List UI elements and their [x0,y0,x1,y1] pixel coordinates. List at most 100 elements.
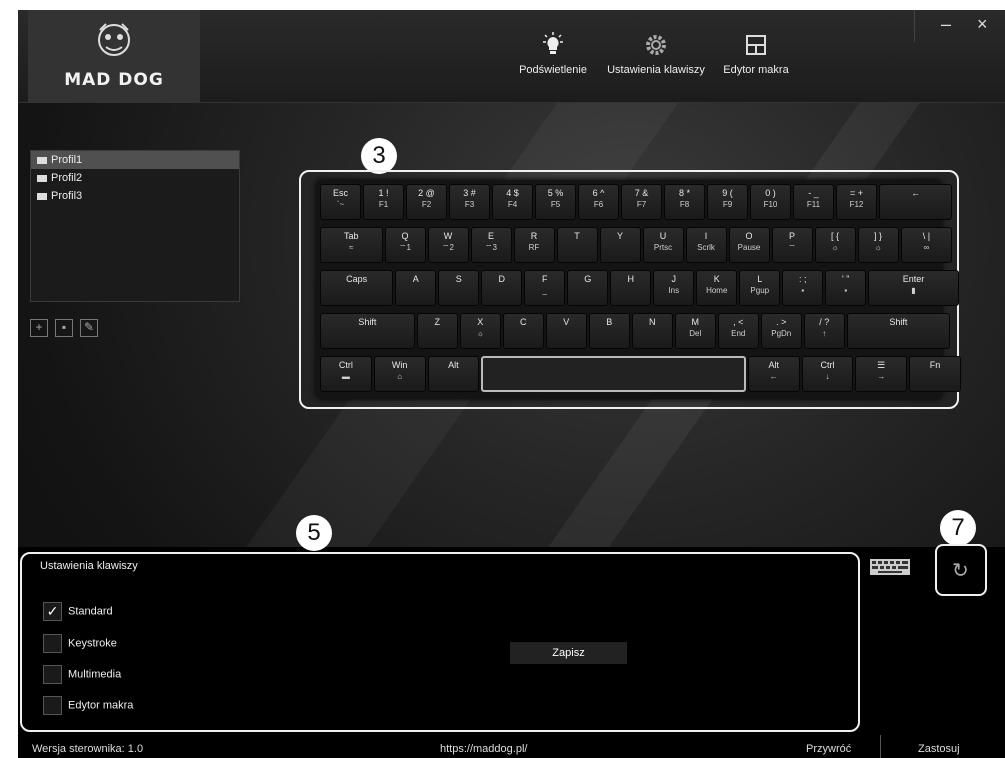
profile-item-3[interactable]: Profil3 [31,187,239,205]
option-standard[interactable]: ✓ Standard [43,602,113,621]
key[interactable]: Y [599,227,641,263]
key-label: Caps [346,274,368,284]
footer: Wersja sterownika: 1.0 https://maddog.pl… [18,735,1005,758]
key-sublabel: F5 [550,200,561,209]
nav-podswietlenie[interactable]: Podświetlenie [498,32,608,76]
edit-profile-icon[interactable]: ✎ [80,319,98,337]
checkbox[interactable] [43,665,62,684]
key[interactable]: N [631,313,673,349]
key[interactable]: L Pgup [739,270,781,306]
key[interactable]: = + F12 [836,184,877,220]
key[interactable]: ' " ▪ [825,270,867,306]
key[interactable]: Win ⌂ [373,356,426,392]
nav-edytor-makra[interactable]: Edytor makra [701,32,811,76]
save-button[interactable]: Zapisz [510,642,627,664]
key[interactable]: : ; ▪ [782,270,824,306]
checkbox-checked-icon[interactable]: ✓ [43,602,62,621]
key-sublabel: F9 [722,200,733,209]
key[interactable]: [ {☼ [814,227,856,263]
key[interactable]: 2 @ F2 [406,184,447,220]
key[interactable]: 3 # F3 [449,184,490,220]
key[interactable]: 7 & F7 [621,184,662,220]
key[interactable]: H [610,270,652,306]
key[interactable]: 5 % F5 [535,184,576,220]
key[interactable]: 9 (F9 [707,184,748,220]
key-label: ← [911,188,921,198]
key[interactable]: / ? ↑ [803,313,845,349]
key[interactable]: , < End [717,313,759,349]
key[interactable]: Ctrl ▬ [320,356,372,392]
key[interactable]: K Home [696,270,738,306]
option-edytor-makra[interactable]: Edytor makra [43,696,133,715]
key[interactable]: R RF [513,227,555,263]
key[interactable]: P ⌔ [771,227,813,263]
key[interactable]: Alt [427,356,480,392]
nav-ustawienia-klawiszy[interactable]: Ustawienia klawiszy [601,32,711,76]
key[interactable]: Caps [320,270,394,306]
key-sublabel: ⌔2 [442,243,454,252]
minimize-button[interactable]: – [941,14,951,35]
key[interactable]: M Del [674,313,716,349]
key-sublabel: ∞ [923,243,930,252]
key-label: U [659,231,667,241]
key[interactable]: . > PgDn [760,313,802,349]
restore-button[interactable]: Przywróć [806,743,851,755]
key[interactable]: ] } ☼ [857,227,899,263]
website-link[interactable]: https://maddog.pl/ [440,743,527,755]
key-label: D [498,274,506,284]
close-button[interactable]: × [977,14,988,35]
option-keystroke[interactable]: Keystroke [43,634,117,653]
profile-item-2[interactable]: Profil2 [31,169,239,187]
key[interactable]: S [438,270,480,306]
key[interactable]: D [481,270,523,306]
key[interactable]: ← [879,184,953,220]
key-label: 3 # [463,188,476,198]
key[interactable]: Q ⌔1 [384,227,426,263]
key[interactable]: Enter ▮ [868,270,959,306]
key[interactable]: Alt ← [747,356,800,392]
key[interactable]: Ctrl ↓ [801,356,854,392]
key[interactable]: ☰ → [855,356,908,392]
key[interactable]: 4 $ F4 [492,184,533,220]
key[interactable]: F _ [524,270,566,306]
key[interactable]: J Ins [653,270,695,306]
profile-tools: + ▪ ✎ [30,318,105,337]
key[interactable]: Z [416,313,458,349]
key[interactable]: B [588,313,630,349]
key-space[interactable] [481,356,746,392]
checkbox[interactable] [43,634,62,653]
keyboard-icon[interactable] [870,559,910,575]
key[interactable]: - _ F11 [793,184,834,220]
key[interactable]: X ☼ [459,313,501,349]
key[interactable]: 0 ) F10 [750,184,791,220]
option-multimedia[interactable]: Multimedia [43,665,121,684]
key[interactable]: V [545,313,587,349]
key[interactable]: 1 ! F1 [363,184,404,220]
key[interactable]: U Prtsc [642,227,684,263]
key[interactable]: Tab ≈ [320,227,383,263]
key-label: 5 % [547,188,564,198]
key[interactable]: C [502,313,544,349]
key[interactable]: \ | ∞ [900,227,953,263]
key[interactable]: Shift [320,313,415,349]
key[interactable]: 6 ^ F6 [578,184,619,220]
key[interactable]: A [395,270,437,306]
key[interactable]: I Scrlk [685,227,727,263]
key[interactable]: Shift [846,313,951,349]
key[interactable]: G [567,270,609,306]
reset-button[interactable]: ↻ [935,544,987,596]
key[interactable]: Esc `~ [320,184,361,220]
add-profile-icon[interactable]: + [30,319,48,337]
top-bar: MAD DOG Podświetlenie Ustawienia klawisz… [18,10,1005,103]
profile-item-1[interactable]: Profil1 [31,151,239,169]
key[interactable]: O Pause [728,227,770,263]
key[interactable]: W ⌔2 [427,227,469,263]
key[interactable]: T [556,227,598,263]
key[interactable]: Fn [909,356,961,392]
key-label: Z [434,317,441,327]
apply-button[interactable]: Zastosuj [918,743,960,755]
key[interactable]: 8 * F8 [664,184,705,220]
checkbox[interactable] [43,696,62,715]
delete-profile-icon[interactable]: ▪ [55,319,73,337]
key[interactable]: E ⌔3 [470,227,512,263]
